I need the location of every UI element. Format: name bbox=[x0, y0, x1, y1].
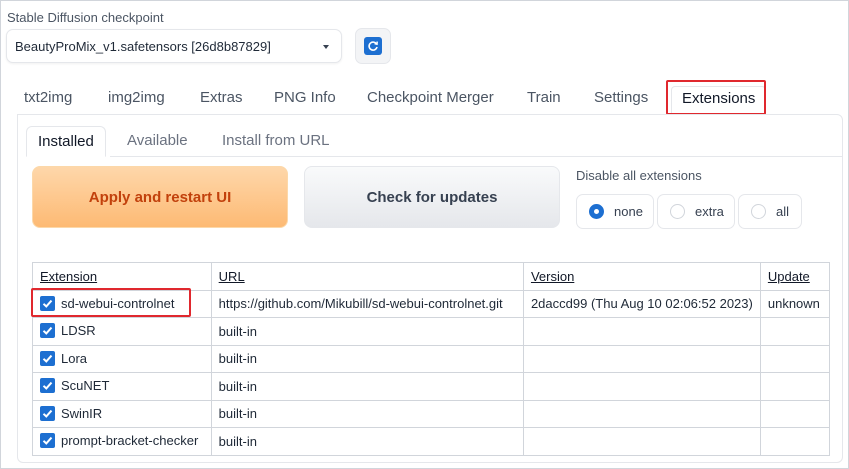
extension-cell: prompt-bracket-checker bbox=[32, 427, 212, 456]
subtab-divider bbox=[110, 156, 843, 157]
update-cell bbox=[759, 344, 831, 373]
extension-name: Lora bbox=[61, 350, 88, 366]
table-row: LDSR built-in bbox=[32, 317, 831, 346]
header-update[interactable]: Update bbox=[759, 262, 831, 291]
header-version[interactable]: Version bbox=[522, 262, 761, 291]
extension-name: SwinIR bbox=[61, 405, 103, 421]
version-cell bbox=[522, 372, 761, 401]
extension-name: LDSR bbox=[61, 323, 96, 339]
table-row: Lora built-in bbox=[32, 344, 831, 373]
tab-txt2img[interactable]: txt2img bbox=[24, 86, 72, 109]
radio-all-label: all bbox=[776, 204, 790, 219]
checkpoint-label: Stable Diffusion checkpoint bbox=[7, 10, 164, 25]
url-cell: built-in bbox=[210, 372, 524, 401]
url-cell: built-in bbox=[210, 344, 524, 373]
version-cell: 2daccd99 (Thu Aug 10 02:06:52 2023) bbox=[522, 289, 761, 318]
subtab-installed[interactable]: Installed bbox=[26, 126, 106, 157]
extension-checkbox[interactable] bbox=[40, 378, 55, 394]
checkpoint-dropdown[interactable]: BeautyProMix_v1.safetensors [26d8b87829] bbox=[6, 29, 342, 63]
disable-extensions-label: Disable all extensions bbox=[576, 168, 702, 183]
extensions-tab-highlight bbox=[666, 80, 766, 115]
radio-selected-icon bbox=[589, 204, 604, 219]
radio-none[interactable]: none bbox=[576, 194, 654, 229]
url-cell: built-in bbox=[210, 317, 524, 346]
update-cell bbox=[759, 317, 831, 346]
tab-extras[interactable]: Extras bbox=[200, 86, 243, 109]
tab-train[interactable]: Train bbox=[527, 86, 561, 109]
refresh-icon bbox=[364, 37, 382, 55]
header-url[interactable]: URL bbox=[210, 262, 524, 291]
apply-and-restart-button[interactable]: Apply and restart UI bbox=[32, 166, 288, 228]
subtab-available[interactable]: Available bbox=[127, 126, 188, 155]
chevron-down-icon bbox=[323, 45, 329, 49]
controlnet-row-highlight bbox=[31, 288, 191, 317]
sub-tabs: Installed Available Install from URL bbox=[17, 126, 843, 157]
radio-unselected-icon bbox=[751, 204, 766, 219]
version-cell bbox=[522, 317, 761, 346]
tab-settings[interactable]: Settings bbox=[594, 86, 648, 109]
tab-png-info[interactable]: PNG Info bbox=[274, 86, 336, 109]
radio-none-label: none bbox=[614, 204, 643, 219]
refresh-checkpoint-button[interactable] bbox=[355, 28, 391, 64]
radio-unselected-icon bbox=[670, 204, 685, 219]
radio-all[interactable]: all bbox=[738, 194, 802, 229]
url-cell: https://github.com/Mikubill/sd-webui-con… bbox=[210, 289, 524, 318]
table-row: ScuNET built-in bbox=[32, 372, 831, 401]
table-header-row: Extension URL Version Update bbox=[32, 262, 831, 291]
extension-cell: SwinIR bbox=[32, 399, 212, 428]
check-for-updates-button[interactable]: Check for updates bbox=[304, 166, 560, 228]
update-cell bbox=[759, 372, 831, 401]
version-cell bbox=[522, 399, 761, 428]
extension-name: prompt-bracket-checker bbox=[61, 433, 199, 449]
url-cell: built-in bbox=[210, 399, 524, 428]
table-row: SwinIR built-in bbox=[32, 399, 831, 428]
version-cell bbox=[522, 344, 761, 373]
extension-name: ScuNET bbox=[61, 378, 110, 394]
extension-checkbox[interactable] bbox=[40, 350, 55, 366]
header-extension[interactable]: Extension bbox=[32, 262, 212, 291]
radio-extra[interactable]: extra bbox=[657, 194, 735, 229]
url-cell: built-in bbox=[210, 427, 524, 456]
update-cell: unknown bbox=[759, 289, 831, 318]
extension-cell: Lora bbox=[32, 344, 212, 373]
update-cell bbox=[759, 399, 831, 428]
radio-extra-label: extra bbox=[695, 204, 724, 219]
checkpoint-selected-value: BeautyProMix_v1.safetensors [26d8b87829] bbox=[15, 39, 271, 54]
extension-cell: LDSR bbox=[32, 317, 212, 346]
extension-cell: ScuNET bbox=[32, 372, 212, 401]
extension-checkbox[interactable] bbox=[40, 405, 55, 421]
tab-checkpoint-merger[interactable]: Checkpoint Merger bbox=[367, 86, 494, 109]
subtab-install-from-url[interactable]: Install from URL bbox=[222, 126, 330, 155]
table-row: prompt-bracket-checker built-in bbox=[32, 427, 831, 456]
tab-img2img[interactable]: img2img bbox=[108, 86, 165, 109]
version-cell bbox=[522, 427, 761, 456]
extension-checkbox[interactable] bbox=[40, 323, 55, 339]
extension-checkbox[interactable] bbox=[40, 433, 55, 449]
update-cell bbox=[759, 427, 831, 456]
